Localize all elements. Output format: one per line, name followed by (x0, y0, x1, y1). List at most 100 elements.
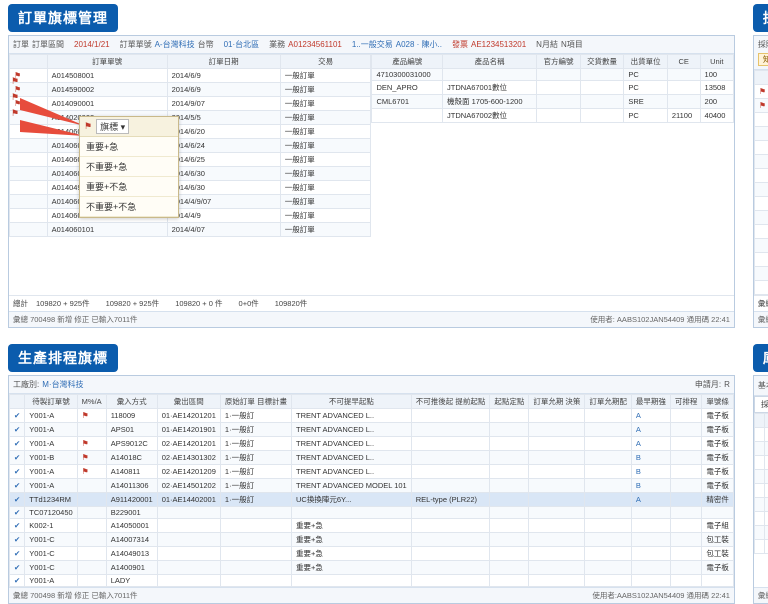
col-header[interactable]: 產品編號 (372, 55, 443, 69)
col-header[interactable]: 出貨單位 (624, 55, 668, 69)
table-row[interactable]: ✔Y001-AAPS0101·AE142019011·一般訂TRENT ADVA… (10, 423, 734, 437)
table-row[interactable]: 2014/1/22生產建AE1152012501○001800927605.1 (754, 442, 768, 456)
table-row[interactable]: ✔Y001-ALADY (10, 575, 734, 587)
panel-c: 工廠別:M·台灣科技 申請月:R 待製訂單號M%/A彙入方式彙出區間原始訂單 目… (8, 375, 735, 604)
table-row[interactable]: ✔Y001-A⚑APS9012C02·AE142012011·一般訂TRENT … (10, 437, 734, 451)
table-row[interactable]: A0140606012014/6/24一般訂單 (10, 139, 371, 153)
field-value: R (724, 380, 730, 389)
table-row[interactable]: ✔Y001-CA14049013重要+急包工裝 (10, 547, 734, 561)
table-row[interactable]: A0140602012014/4/9一般訂單 (10, 209, 371, 223)
table-row[interactable]: AE14549012-01-01M001·調評一般部 (754, 267, 768, 281)
table-row[interactable]: AC14901203M001·調評一般部 (754, 127, 768, 141)
table-row[interactable]: AC14908501M002·機發一般部 (754, 239, 768, 253)
order-list[interactable]: 訂單單號訂單日期交易 ⚑A0145080012014/6/9一般訂單⚑A0145… (9, 54, 371, 295)
table-row[interactable]: A0140603012014/4/9/07一般訂單 (10, 195, 371, 209)
table-row[interactable]: A0140200022014/5/5一般訂單 (10, 111, 371, 125)
col-header[interactable]: CE (667, 55, 700, 69)
table-row[interactable]: AC14902701-011001·調評一般部 (754, 113, 768, 127)
table-row[interactable]: CML6701機殼面 1705-600-1200SRE200 (372, 95, 733, 109)
table-row[interactable]: ✔K002-1A14050001重要+急電子組 (10, 519, 734, 533)
col-header[interactable]: 交易 (280, 55, 371, 69)
table-row[interactable]: AC14902004-011001·區域一般部 (754, 155, 768, 169)
flag-option[interactable]: 不重要+急 (80, 157, 178, 177)
col-header[interactable]: 訂單允期 決策 (529, 395, 585, 409)
table-row[interactable]: AC14904501-011001·數評一般部 (754, 197, 768, 211)
table-row[interactable]: AC14908713-01M001·調評一般部 (754, 253, 768, 267)
col-header[interactable]: 訂單單號 (47, 55, 167, 69)
schedule-grid[interactable]: 待製訂單號M%/A彙入方式彙出區間原始訂單 目標計畫不可提早起點不可推後起 提前… (9, 394, 734, 587)
table-row[interactable]: JTDNA67002數位PC2110040400 (372, 109, 733, 123)
col-header[interactable]: 彙入方式 (106, 395, 157, 409)
col-header[interactable]: 不可提早起點 (292, 395, 412, 409)
flag-dropdown-callout: ⚑ 旗標 ▾ 重要+急 不重要+急 重要+不急 不重要+不急 (79, 116, 179, 218)
table-row[interactable]: AC14806980M001·調評一般部 (754, 281, 768, 295)
table-row[interactable]: ⚑A0145900022014/6/9一般訂單 (10, 83, 371, 97)
table-row[interactable]: ⚑AC14501201M001·調評一般部 (754, 99, 768, 113)
table-row[interactable]: 2014/1/22採購建⚐AC114012601真庫1703301627605.… (754, 456, 768, 470)
table-row[interactable]: 2014/1/22訂檔支⚐AE1151211201○0401800927500.… (754, 428, 768, 442)
table-row[interactable]: ✔TC07120450B229001 (10, 507, 734, 519)
table-row[interactable]: 2014/1/22生產建⚐AE014512101倉取1101829627609.… (754, 470, 768, 484)
table-row[interactable]: AC14902701-011001·區域一般部 (754, 169, 768, 183)
table-row[interactable]: ✔Y001-CA14007314重要+急包工裝 (10, 533, 734, 547)
panel-a-row-flags: ⚑ ⚑ ⚑ (11, 76, 19, 119)
col-header[interactable]: Unit (700, 55, 733, 69)
table-row[interactable]: ✔Y001-AA1401130602·AE145012021·一般訂TRENT … (10, 479, 734, 493)
col-header[interactable]: 彙出區間 (157, 395, 220, 409)
table-row[interactable]: A0140604012014/6/30一般訂單 (10, 167, 371, 181)
col-header[interactable]: 原始訂單 目標計畫 (220, 395, 291, 409)
table-row[interactable]: ⚑AE01490627-01-02M001·全華一般部 (754, 85, 768, 99)
table-row[interactable]: A0140605012014/6/25一般訂單 (10, 153, 371, 167)
table-row[interactable]: 2014/1/22訂檔支AE114901201正品001803927205.20… (754, 512, 768, 526)
table-row[interactable]: AC14905501M001·調評一般部 (754, 211, 768, 225)
table-row[interactable]: ✔TTd1234RMA91142000101·AE144020011·一般訂UC… (10, 493, 734, 507)
col-header[interactable]: 不可推後起 提前起點 (411, 395, 490, 409)
table-row[interactable]: ✔Y001-A⚑A14081102·AE142012091·一般訂TRENT A… (10, 465, 734, 479)
col-header[interactable]: 日期 (765, 414, 768, 428)
table-row[interactable]: A0140490012014/6/30一般訂單 (10, 181, 371, 195)
col-header[interactable]: 訂單日期 (167, 55, 280, 69)
order-detail-grid[interactable]: 產品編號 產品名稱 官方編號 交貨數量 出貨單位 CE Unit 4710300… (371, 54, 733, 295)
col-header[interactable]: M%/A (77, 395, 106, 409)
table-row[interactable]: ✔Y001-A⚑11800901·AE142012011·一般訂TRENT AD… (10, 409, 734, 423)
panel-c-header: 工廠別:M·台灣科技 申請月:R (9, 376, 734, 394)
col-header[interactable] (10, 395, 25, 409)
table-row[interactable]: DEN_APROJTDNA67001數位PC13508 (372, 81, 733, 95)
inventory-grid[interactable]: 日期預估文類產品編號UCL7期供應商做計數區生/消貨採購進院預估年年結量上傳時間… (754, 413, 768, 576)
table-row[interactable]: 2014/1/22訂件支AE114101001出品1001803927505.2 (754, 540, 768, 554)
table-row[interactable]: ✔Y001-B⚑A14018C02·AE143013021·一般訂TRENT A… (10, 451, 734, 465)
col-header[interactable]: 訂單允期配 (585, 395, 632, 409)
table-row[interactable]: 2014/1/22訂檔支AE114112001正品001803927209.2 (754, 526, 768, 540)
col-header[interactable]: 待製訂單號 (25, 395, 77, 409)
flag-dropdown[interactable]: 旗標 ▾ (96, 119, 129, 134)
col-header[interactable]: 單號條 (702, 395, 734, 409)
flag-option[interactable]: 不重要+不急 (80, 197, 178, 217)
col-header[interactable]: 最早期強 (631, 395, 670, 409)
col-header[interactable]: 產品名稱 (443, 55, 537, 69)
panel-b-totals: 彙總0 + 926 件0 + 0 件0 + 926 件熱量 34237 應稅 1… (754, 295, 768, 311)
table-row[interactable]: A0140601012014/4/07一般訂單 (10, 223, 371, 237)
purchase-list[interactable]: 採購單號廠商已讀 ⚑AE01490627-01-02M001·全華一般部⚑AC1… (754, 70, 768, 295)
flag-option[interactable]: 重要+不急 (80, 177, 178, 197)
table-row[interactable]: AC14907312-01M001·調評一般部 (754, 225, 768, 239)
table-row[interactable]: 2014/1/22採購AE114012601出貨4001824826060.40… (754, 484, 768, 498)
table-row[interactable]: 4710300031000PC100 (372, 69, 733, 81)
col-header[interactable] (754, 414, 764, 428)
flag-option[interactable]: 重要+急 (80, 137, 178, 157)
table-row[interactable]: ✔Y001-CA1400901重要+急電子板 (10, 561, 734, 575)
col-header[interactable]: 官方編號 (537, 55, 581, 69)
col-header[interactable]: 可排程 (670, 395, 702, 409)
table-row[interactable]: 2014/1/22採購⚐AE114012601正品001830927209.20… (754, 498, 768, 512)
panel-a: ⚑ ⚑ ⚑ ⚑ 旗標 ▾ 重要+急 不重要+急 重要+不急 不重要+不急 (8, 35, 735, 328)
col-header[interactable]: 交貨數量 (580, 55, 624, 69)
table-row[interactable]: ⚑A0145080012014/6/9一般訂單 (10, 69, 371, 83)
field-label: 業務 (269, 39, 285, 50)
tab[interactable]: 採購建議 (754, 396, 768, 412)
price-button[interactable]: 知價課 (758, 53, 768, 66)
table-row[interactable]: A0140607012014/6/20一般訂單 (10, 125, 371, 139)
field-value: 01·台北區 (224, 39, 260, 50)
col-header[interactable]: 起點定點 (490, 395, 529, 409)
table-row[interactable]: AC14901902M001·調評一般部 (754, 141, 768, 155)
table-row[interactable]: ⚑A0140900012014/9/07一般訂單 (10, 97, 371, 111)
table-row[interactable]: AC14903504-01M001·數評一般部 (754, 183, 768, 197)
